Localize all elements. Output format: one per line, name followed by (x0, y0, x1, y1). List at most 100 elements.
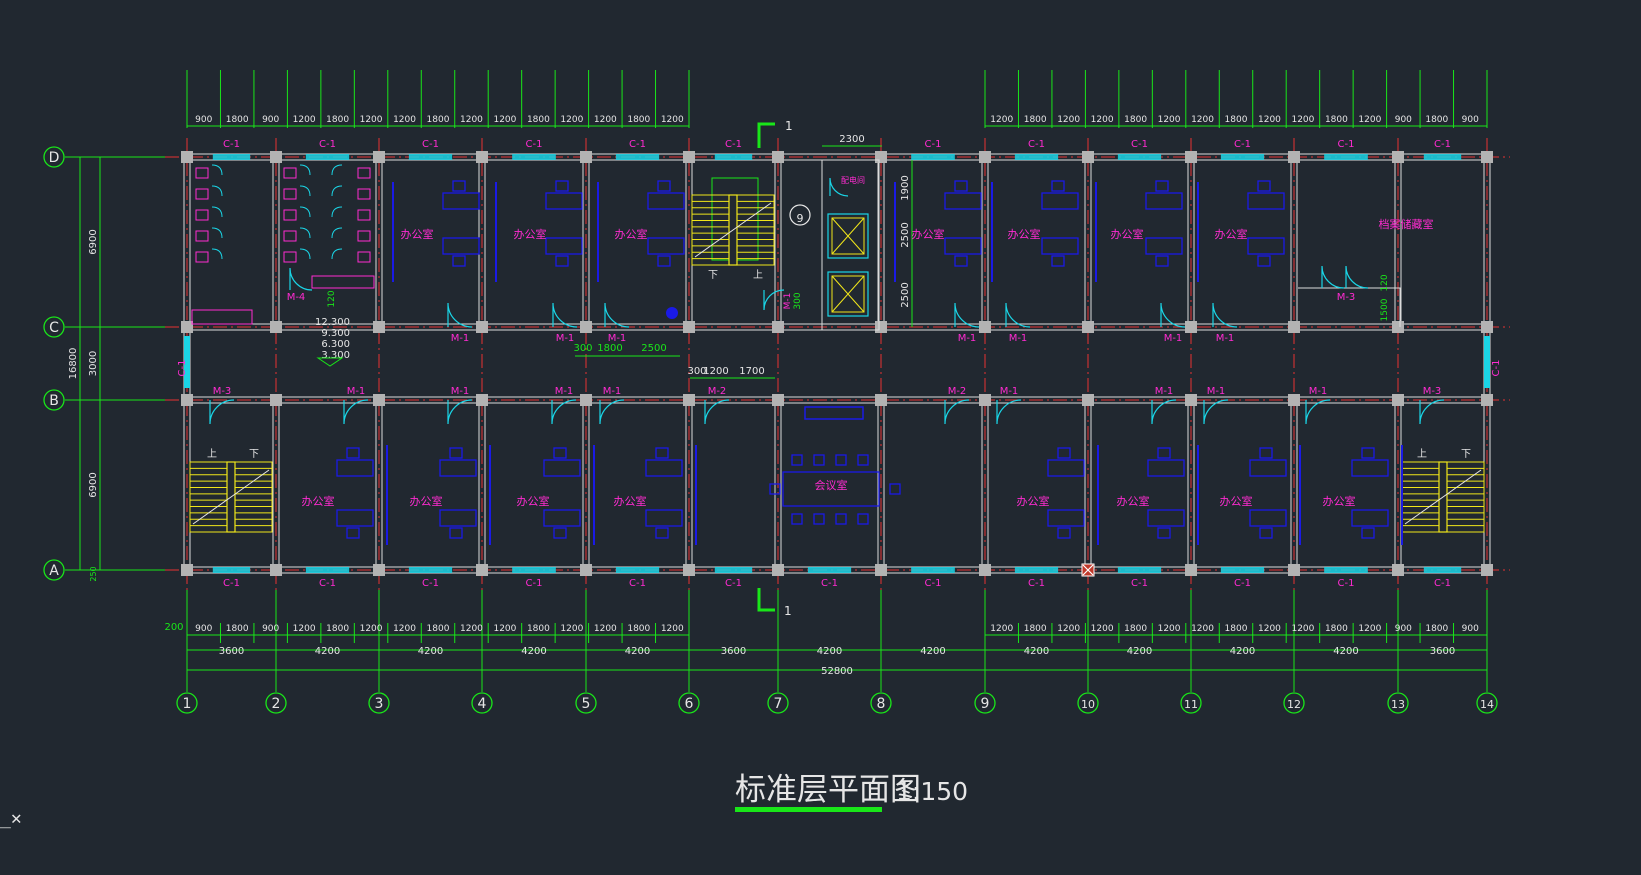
door-arc (551, 399, 577, 425)
chair (954, 180, 968, 192)
axis-label-2: 2 (272, 696, 281, 712)
door-label: M-1 (1000, 386, 1019, 397)
sink-counter (191, 309, 253, 325)
dim-bottom-text: 900 (195, 624, 212, 634)
door-label: M-1 (1164, 333, 1183, 344)
door-label: M-3 (213, 386, 232, 397)
column (1185, 564, 1197, 576)
window-c1 (1014, 154, 1059, 160)
dim-top-text: 1200 (1191, 115, 1214, 125)
dim-text-total: 52800 (821, 666, 853, 677)
column (373, 321, 385, 333)
door-label: M-4 (287, 292, 306, 303)
door-label: M-1 (451, 333, 470, 344)
toilet-fixture (357, 167, 371, 179)
desk (645, 509, 683, 527)
window-label: C-1 (1234, 578, 1251, 589)
desk (439, 459, 477, 477)
window-c1 (615, 154, 660, 160)
door-label: M-1 (347, 386, 366, 397)
dim-text-bay: 4200 (625, 646, 650, 657)
dim-text: 1800 (597, 343, 622, 354)
window-label: C-1 (1338, 578, 1355, 589)
column (875, 394, 887, 406)
meeting-chair (813, 513, 825, 525)
desk (1147, 509, 1185, 527)
window-label: C-1 (925, 139, 942, 150)
dim-text-bay: 3600 (1430, 646, 1455, 657)
dim-top-text: 1800 (427, 115, 450, 125)
meeting-chair (857, 513, 869, 525)
door-arc (704, 399, 730, 425)
column (580, 321, 592, 333)
dim-text: 2500 (641, 343, 666, 354)
window-c1 (1117, 154, 1162, 160)
door-arc (343, 399, 369, 425)
room-label-office: 办公室 (1117, 494, 1150, 508)
chair (655, 527, 669, 539)
column (683, 394, 695, 406)
chair (657, 180, 671, 192)
chair (1259, 447, 1273, 459)
dim-top-text: 1800 (1225, 115, 1248, 125)
dim-text: 2300 (839, 134, 864, 145)
dim-top-text: 1800 (1325, 115, 1348, 125)
dim-text: 1900 (900, 175, 911, 200)
chair (449, 527, 463, 539)
desk (1249, 459, 1287, 477)
chair (1157, 447, 1171, 459)
column (683, 151, 695, 163)
toilet-fixture (283, 230, 297, 242)
dim-text: 120 (1380, 274, 1390, 291)
door-label: M-3 (1423, 386, 1442, 397)
column (1185, 321, 1197, 333)
section-mark-top (757, 122, 775, 148)
fire-point (666, 307, 678, 319)
dim-bottom-text: 1200 (594, 624, 617, 634)
column (1288, 394, 1300, 406)
column (875, 151, 887, 163)
door-label: M-1 (555, 386, 574, 397)
desk (647, 237, 685, 255)
dim-text-bay: 4200 (817, 646, 842, 657)
toilet-fixture (357, 251, 371, 263)
dim-top-text: 1800 (326, 115, 349, 125)
desk (1351, 509, 1389, 527)
column (875, 564, 887, 576)
column (270, 151, 282, 163)
stair-up: 上 (1417, 448, 1427, 460)
core-layer (189, 122, 1485, 612)
window-label: C-1 (1131, 139, 1148, 150)
desk (645, 459, 683, 477)
stair-down: 下 (249, 449, 259, 460)
dim-text-bay: 4200 (920, 646, 945, 657)
desk (336, 509, 374, 527)
dim-bottom-text: 1200 (661, 624, 684, 634)
axis-label-1: 1 (183, 696, 192, 712)
level-value: 6.300 (321, 339, 350, 350)
dim-text-bay: 4200 (1333, 646, 1358, 657)
chair (553, 527, 567, 539)
column (1288, 151, 1300, 163)
column (476, 564, 488, 576)
window-c1 (512, 567, 556, 573)
column (1288, 564, 1300, 576)
section-label: 1 (784, 604, 792, 618)
sink-counter (311, 275, 375, 289)
dim-top-text: 1800 (1124, 115, 1147, 125)
door-arc (1203, 399, 1229, 425)
window-c1 (305, 154, 350, 160)
desk (944, 237, 982, 255)
floor-plan-canvas[interactable]: 1 2 3 4 5 6 7 8 9 10 11 12 13 14DCBA C-1C-1C-1C-1C-1C… (0, 0, 1641, 875)
desk (1351, 459, 1389, 477)
dim-text: 2500 (900, 222, 911, 247)
desk (1147, 459, 1185, 477)
title-underline (735, 807, 882, 812)
window-label: C-1 (223, 578, 240, 589)
door-arc (944, 399, 970, 425)
dim-top-text: 900 (262, 115, 279, 125)
dim-text-total-depth: 16800 (68, 348, 79, 380)
dim-top-text: 1200 (1158, 115, 1181, 125)
toilet-fixture (357, 188, 371, 200)
column (772, 564, 784, 576)
